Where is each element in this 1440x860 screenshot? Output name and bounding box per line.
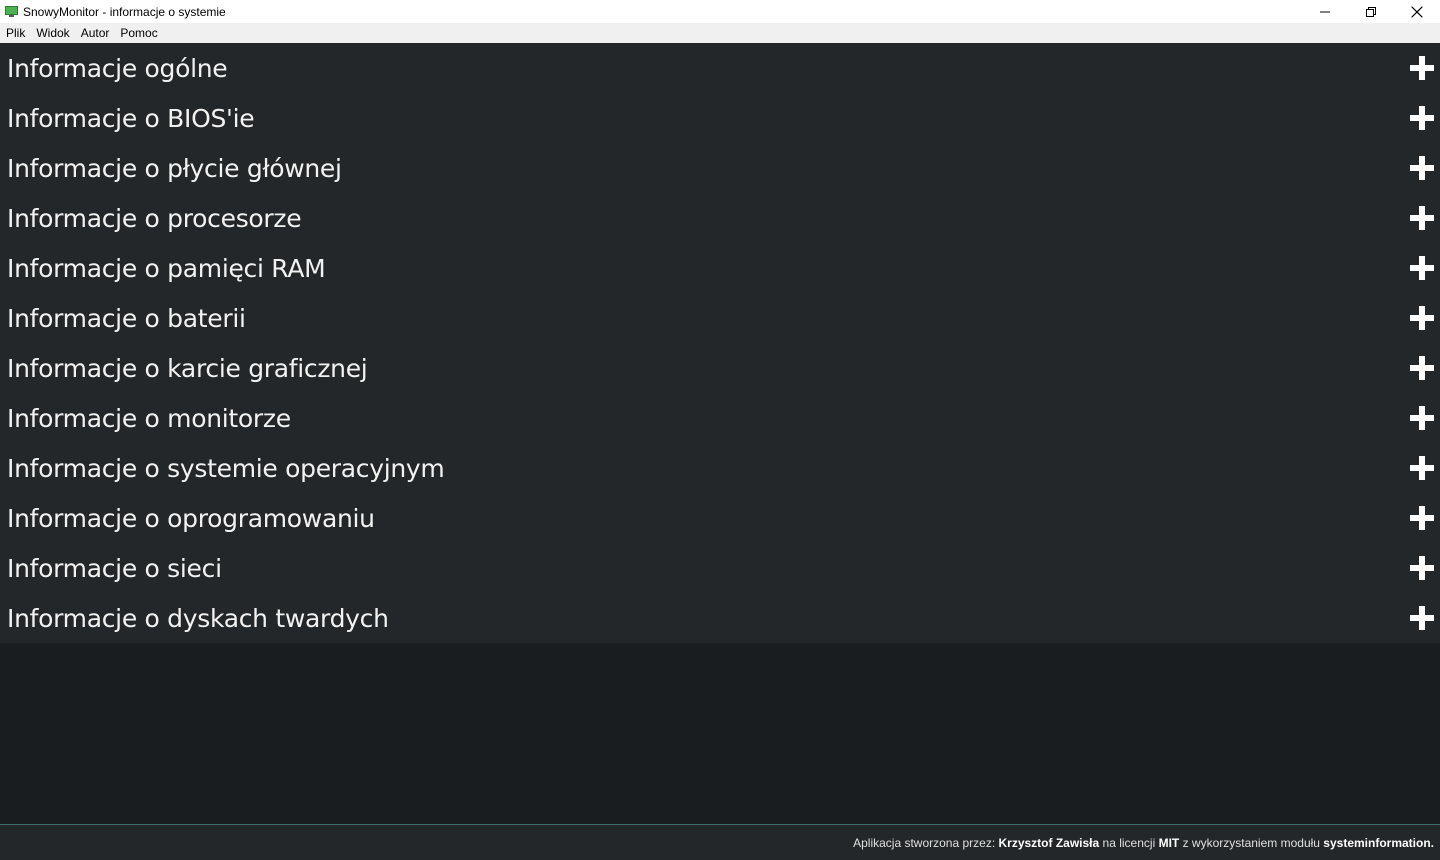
expand-plus-icon[interactable] (1410, 406, 1434, 430)
expand-plus-icon[interactable] (1410, 306, 1434, 330)
footer-mid2: z wykorzystaniem modułu (1179, 835, 1324, 850)
restore-button[interactable] (1348, 0, 1394, 23)
footer-author: Krzysztof Zawisła (998, 835, 1100, 850)
section-label: Informacje o płycie głównej (7, 153, 342, 183)
expand-plus-icon[interactable] (1410, 206, 1434, 230)
section-os[interactable]: Informacje o systemie operacyjnym (0, 443, 1440, 493)
expand-plus-icon[interactable] (1410, 256, 1434, 280)
footer-module: systeminformation. (1323, 835, 1434, 850)
footer-mid: na licencji (1099, 835, 1159, 850)
menu-item-widok[interactable]: Widok (30, 23, 74, 43)
expand-plus-icon[interactable] (1410, 106, 1434, 130)
window-controls (1302, 0, 1440, 23)
section-cpu[interactable]: Informacje o procesorze (0, 193, 1440, 243)
section-disks[interactable]: Informacje o dyskach twardych (0, 593, 1440, 643)
close-icon (1411, 6, 1423, 17)
section-label: Informacje o BIOS'ie (7, 103, 255, 133)
minimize-button[interactable] (1302, 0, 1348, 23)
minimize-icon (1320, 11, 1330, 12)
section-motherboard[interactable]: Informacje o płycie głównej (0, 143, 1440, 193)
section-label: Informacje ogólne (7, 53, 228, 83)
expand-plus-icon[interactable] (1410, 356, 1434, 380)
window-title: SnowyMonitor - informacje o systemie (23, 4, 226, 19)
expand-plus-icon[interactable] (1410, 556, 1434, 580)
section-label: Informacje o procesorze (7, 203, 302, 233)
section-graphics[interactable]: Informacje o karcie graficznej (0, 343, 1440, 393)
section-label: Informacje o oprogramowaniu (7, 503, 375, 533)
section-label: Informacje o karcie graficznej (7, 353, 368, 383)
section-label: Informacje o sieci (7, 553, 222, 583)
section-label: Informacje o dyskach twardych (7, 603, 389, 633)
section-ram[interactable]: Informacje o pamięci RAM (0, 243, 1440, 293)
expand-plus-icon[interactable] (1410, 606, 1434, 630)
section-list: Informacje ogólne Informacje o BIOS'ie I… (0, 43, 1440, 643)
footer-credits: Aplikacja stworzona przez: Krzysztof Zaw… (0, 824, 1440, 860)
section-label: Informacje o systemie operacyjnym (7, 453, 445, 483)
monitor-app-icon (5, 6, 18, 17)
expand-plus-icon[interactable] (1410, 156, 1434, 180)
section-general[interactable]: Informacje ogólne (0, 43, 1440, 93)
main-content: Informacje ogólne Informacje o BIOS'ie I… (0, 43, 1440, 824)
section-software[interactable]: Informacje o oprogramowaniu (0, 493, 1440, 543)
expand-plus-icon[interactable] (1410, 506, 1434, 530)
section-monitor[interactable]: Informacje o monitorze (0, 393, 1440, 443)
section-network[interactable]: Informacje o sieci (0, 543, 1440, 593)
title-bar: SnowyMonitor - informacje o systemie (0, 0, 1440, 23)
footer-prefix: Aplikacja stworzona przez: (853, 835, 999, 850)
close-button[interactable] (1394, 0, 1440, 23)
menu-item-pomoc[interactable]: Pomoc (114, 23, 162, 43)
section-bios[interactable]: Informacje o BIOS'ie (0, 93, 1440, 143)
section-label: Informacje o monitorze (7, 403, 291, 433)
expand-plus-icon[interactable] (1410, 456, 1434, 480)
footer-license: MIT (1158, 835, 1180, 850)
section-label: Informacje o baterii (7, 303, 246, 333)
menu-item-plik[interactable]: Plik (0, 23, 30, 43)
menu-item-autor[interactable]: Autor (75, 23, 115, 43)
section-battery[interactable]: Informacje o baterii (0, 293, 1440, 343)
expand-plus-icon[interactable] (1410, 56, 1434, 80)
menu-bar: Plik Widok Autor Pomoc (0, 23, 1440, 43)
section-label: Informacje o pamięci RAM (7, 253, 326, 283)
restore-icon (1366, 6, 1376, 17)
